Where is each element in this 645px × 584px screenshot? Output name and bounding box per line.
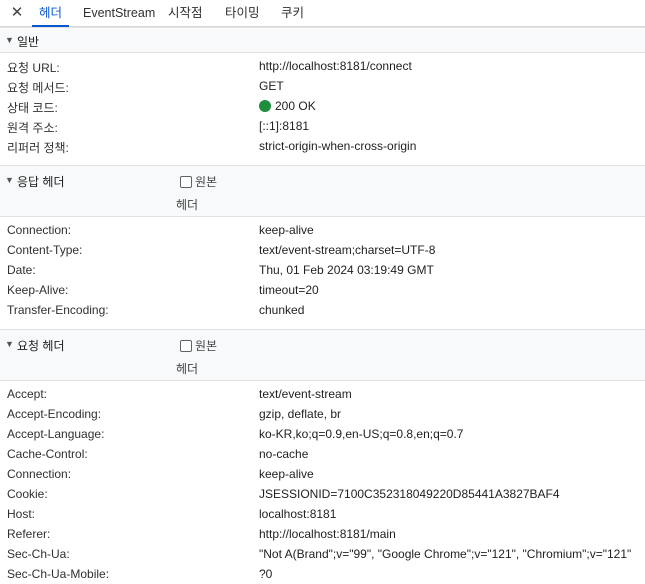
raw-label-sub: 헤더 bbox=[176, 362, 199, 376]
header-value: text/event-stream;charset=UTF-8 bbox=[259, 243, 436, 257]
tab-timing[interactable]: 타이밍 bbox=[225, 0, 260, 26]
header-value: gzip, deflate, br bbox=[259, 407, 342, 421]
header-value: "Not A(Brand";v="99", "Google Chrome";v=… bbox=[259, 547, 632, 561]
header-key: Referer: bbox=[7, 527, 51, 541]
general-row-key: 리퍼러 정책: bbox=[7, 141, 69, 155]
response-header-row: Date: Thu, 01 Feb 2024 03:19:49 GMT bbox=[0, 260, 645, 280]
request-header-row: Sec-Ch-Ua-Mobile: ?0 bbox=[0, 564, 645, 584]
raw-label: 원본 bbox=[195, 175, 218, 189]
response-raw-toggle[interactable]: 원본 bbox=[180, 173, 217, 190]
general-row-value: strict-origin-when-cross-origin bbox=[259, 139, 417, 153]
general-row: 요청 메서드: GET bbox=[0, 76, 645, 96]
response-header-row: Transfer-Encoding: chunked bbox=[0, 300, 645, 320]
general-row-value: http://localhost:8181/connect bbox=[259, 59, 412, 73]
response-header-row: Content-Type: text/event-stream;charset=… bbox=[0, 240, 645, 260]
tab-eventstream[interactable]: EventStream bbox=[83, 0, 155, 26]
header-key: Connection: bbox=[7, 223, 72, 237]
header-key: Accept-Encoding: bbox=[7, 407, 102, 421]
response-header-row: Connection: keep-alive bbox=[0, 220, 645, 240]
header-key: Sec-Ch-Ua-Mobile: bbox=[7, 567, 110, 581]
header-key: Connection: bbox=[7, 467, 72, 481]
request-header-row: Cache-Control: no-cache bbox=[0, 444, 645, 464]
general-row: 요청 URL: http://localhost:8181/connect bbox=[0, 56, 645, 76]
general-row-value: GET bbox=[259, 79, 284, 93]
request-header-row: Accept: text/event-stream bbox=[0, 384, 645, 404]
tab-bar: ✕ 헤더 EventStream 시작점 타이밍 쿠키 bbox=[0, 0, 645, 27]
header-key: Cache-Control: bbox=[7, 447, 88, 461]
header-value: ko-KR,ko;q=0.9,en-US;q=0.8,en;q=0.7 bbox=[259, 427, 464, 441]
response-header-row: Keep-Alive: timeout=20 bbox=[0, 280, 645, 300]
tab-cookies[interactable]: 쿠키 bbox=[281, 0, 304, 26]
header-key: Transfer-Encoding: bbox=[7, 303, 109, 317]
header-value: chunked bbox=[259, 303, 305, 317]
tab-headers[interactable]: 헤더 bbox=[31, 0, 70, 27]
header-value: text/event-stream bbox=[259, 387, 352, 401]
request-header-row: Host: localhost:8181 bbox=[0, 504, 645, 524]
header-key: Content-Type: bbox=[7, 243, 83, 257]
raw-checkbox[interactable] bbox=[180, 339, 192, 352]
request-header-row: Accept-Language: ko-KR,ko;q=0.9,en-US;q=… bbox=[0, 424, 645, 444]
caret-down-icon: ▼ bbox=[5, 339, 14, 349]
header-key: Host: bbox=[7, 507, 36, 521]
caret-down-icon: ▼ bbox=[5, 35, 14, 45]
status-code-text: 200 OK bbox=[275, 99, 316, 113]
caret-down-icon: ▼ bbox=[5, 175, 14, 185]
header-value: Thu, 01 Feb 2024 03:19:49 GMT bbox=[259, 263, 434, 277]
request-header-row: Sec-Ch-Ua: "Not A(Brand";v="99", "Google… bbox=[0, 544, 645, 564]
header-value: localhost:8181 bbox=[259, 507, 337, 521]
response-headers-section-header[interactable]: ▼ 응답 헤더 원본 헤더 bbox=[0, 165, 645, 217]
general-row-value: [::1]:8181 bbox=[259, 119, 310, 133]
header-key: Accept: bbox=[7, 387, 48, 401]
general-row-key: 원격 주소: bbox=[7, 121, 58, 135]
header-key: Accept-Language: bbox=[7, 427, 105, 441]
general-row-key: 요청 URL: bbox=[7, 61, 60, 75]
header-key: Cookie: bbox=[7, 487, 48, 501]
status-dot-icon bbox=[259, 100, 271, 112]
tab-initiator[interactable]: 시작점 bbox=[168, 0, 203, 26]
request-header-row: Accept-Encoding: gzip, deflate, br bbox=[0, 404, 645, 424]
header-value: JSESSIONID=7100C352318049220D85441A3827B… bbox=[259, 487, 560, 501]
header-value: ?0 bbox=[259, 567, 273, 581]
request-headers-title: 요청 헤더 bbox=[17, 339, 65, 353]
request-header-row: Cookie: JSESSIONID=7100C352318049220D854… bbox=[0, 484, 645, 504]
raw-label: 원본 bbox=[195, 339, 218, 353]
close-icon[interactable]: ✕ bbox=[9, 5, 25, 21]
header-key: Sec-Ch-Ua: bbox=[7, 547, 70, 561]
general-row: 상태 코드: 200 OK bbox=[0, 96, 645, 116]
general-row: 원격 주소: [::1]:8181 bbox=[0, 116, 645, 136]
general-row: 리퍼러 정책: strict-origin-when-cross-origin bbox=[0, 136, 645, 156]
status-code-value: 200 OK bbox=[259, 99, 316, 113]
general-row-key: 요청 메서드: bbox=[7, 81, 69, 95]
request-header-row: Referer: http://localhost:8181/main bbox=[0, 524, 645, 544]
request-raw-toggle[interactable]: 원본 bbox=[180, 337, 217, 354]
header-value: keep-alive bbox=[259, 467, 314, 481]
raw-checkbox[interactable] bbox=[180, 175, 192, 188]
general-section-header[interactable]: ▼ 일반 bbox=[0, 27, 645, 53]
response-headers-title: 응답 헤더 bbox=[17, 175, 65, 189]
request-headers-section-header[interactable]: ▼ 요청 헤더 원본 헤더 bbox=[0, 329, 645, 381]
raw-label-sub: 헤더 bbox=[176, 198, 199, 212]
header-value: timeout=20 bbox=[259, 283, 319, 297]
header-value: keep-alive bbox=[259, 223, 314, 237]
header-key: Date: bbox=[7, 263, 36, 277]
header-key: Keep-Alive: bbox=[7, 283, 69, 297]
header-value: no-cache bbox=[259, 447, 309, 461]
general-section-title: 일반 bbox=[17, 35, 40, 49]
request-header-row: Connection: keep-alive bbox=[0, 464, 645, 484]
general-row-key: 상태 코드: bbox=[7, 101, 58, 115]
header-value: http://localhost:8181/main bbox=[259, 527, 396, 541]
